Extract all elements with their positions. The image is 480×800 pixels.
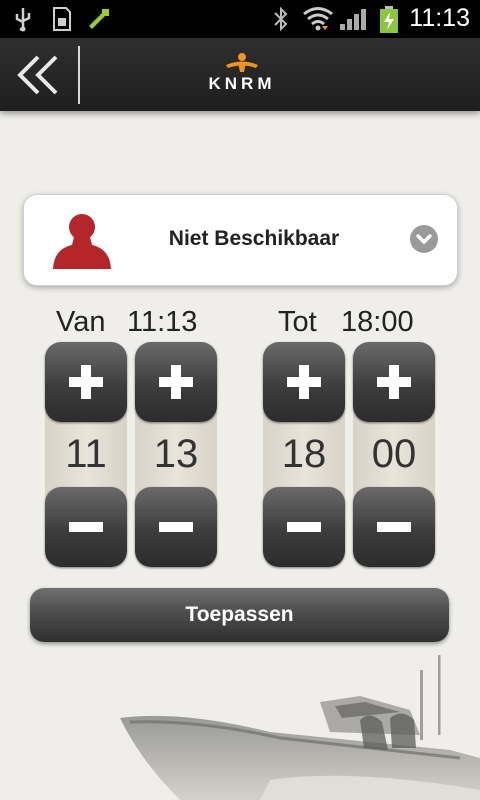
plus-icon bbox=[377, 365, 411, 399]
to-time: 18:00 bbox=[341, 306, 414, 338]
from-minute-stepper: 13 bbox=[135, 342, 217, 567]
to-minute-value: 00 bbox=[371, 432, 417, 476]
to-minute-increment-button[interactable] bbox=[353, 342, 435, 422]
apply-button[interactable]: Toepassen bbox=[30, 588, 449, 642]
sd-card-icon bbox=[53, 7, 71, 31]
to-hour-stepper: 18 bbox=[263, 342, 345, 567]
from-minute-decrement-button[interactable] bbox=[135, 487, 217, 567]
battery-charging-icon bbox=[380, 6, 398, 33]
chevron-down-icon[interactable] bbox=[410, 225, 438, 253]
knrm-logo: KNRM bbox=[200, 52, 284, 96]
usb-icon bbox=[15, 8, 31, 32]
availability-status: Niet Beschikbaar bbox=[168, 227, 340, 250]
to-hour-value: 18 bbox=[281, 432, 327, 476]
minus-icon bbox=[287, 522, 321, 532]
from-hour-decrement-button[interactable] bbox=[45, 487, 127, 567]
wifi-icon bbox=[303, 7, 333, 31]
minus-icon bbox=[377, 522, 411, 532]
to-label: Tot bbox=[278, 306, 317, 338]
apply-button-label: Toepassen bbox=[185, 603, 294, 626]
to-minute-decrement-button[interactable] bbox=[353, 487, 435, 567]
to-minute-stepper: 00 bbox=[353, 342, 435, 567]
plus-icon bbox=[69, 365, 103, 399]
from-hour-increment-button[interactable] bbox=[45, 342, 127, 422]
logo-text: KNRM bbox=[208, 74, 276, 93]
from-hour-value: 11 bbox=[65, 432, 107, 476]
sync-icon bbox=[89, 9, 109, 29]
plus-icon bbox=[287, 365, 321, 399]
to-hour-increment-button[interactable] bbox=[263, 342, 345, 422]
signal-icon bbox=[340, 9, 366, 30]
status-bar: 11:13 bbox=[0, 0, 480, 38]
from-time: 11:13 bbox=[127, 306, 198, 338]
back-button[interactable] bbox=[12, 51, 64, 99]
knrm-logo-mark bbox=[226, 53, 258, 72]
from-minute-increment-button[interactable] bbox=[135, 342, 217, 422]
minus-icon bbox=[159, 522, 193, 532]
double-chevron-left-icon bbox=[17, 55, 58, 95]
minus-icon bbox=[69, 522, 103, 532]
status-time: 11:13 bbox=[409, 4, 470, 32]
plus-icon bbox=[159, 365, 193, 399]
to-hour-decrement-button[interactable] bbox=[263, 487, 345, 567]
availability-dropdown[interactable]: Niet Beschikbaar bbox=[23, 194, 458, 286]
bluetooth-icon bbox=[274, 6, 288, 32]
from-label: Van bbox=[56, 306, 106, 338]
boat-illustration bbox=[120, 655, 480, 800]
avatar bbox=[53, 214, 111, 269]
app-bar: KNRM bbox=[0, 38, 480, 111]
from-hour-stepper: 11 bbox=[45, 342, 127, 567]
from-minute-value: 13 bbox=[153, 432, 199, 476]
appbar-divider bbox=[78, 46, 80, 104]
